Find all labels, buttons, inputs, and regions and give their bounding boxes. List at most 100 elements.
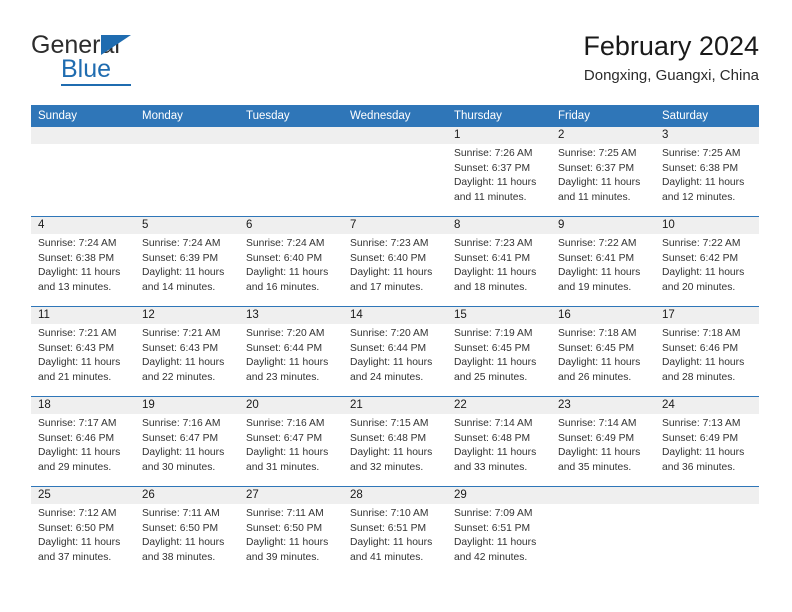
weekday-header-monday: Monday [142,110,183,122]
day-cell[interactable]: 21 Sunrise: 7:15 AM Sunset: 6:48 PM Dayligh… [343,397,447,486]
sunrise-text: Sunrise: 7:13 AM [662,418,741,429]
day-cell[interactable]: 11 Sunrise: 7:21 AM Sunset: 6:43 PM Dayligh… [31,307,135,396]
day-cell[interactable]: 5 Sunrise: 7:24 AM Sunset: 6:39 PM Daylight… [135,217,239,306]
daylight-text-line2: and 21 minutes. [38,371,112,383]
sun-info: Sunrise: 7:25 AM Sunset: 6:37 PM Daylight:… [551,144,655,205]
day-cell[interactable]: 16 Sunrise: 7:18 AM Sunset: 6:45 PM Dayligh… [551,307,655,396]
sun-info: Sunrise: 7:09 AM Sunset: 6:51 PM Daylight:… [447,504,551,565]
sun-info: Sunrise: 7:17 AM Sunset: 6:46 PM Daylight:… [31,414,135,475]
sunrise-text: Sunrise: 7:09 AM [454,508,533,519]
day-number: 9 [558,219,565,231]
sun-info: Sunrise: 7:24 AM Sunset: 6:38 PM Daylight:… [31,234,135,295]
sunset-text: Sunset: 6:43 PM [38,342,115,354]
day-cell[interactable]: 1 Sunrise: 7:26 AM Sunset: 6:37 PM Daylight… [447,127,551,216]
day-cell[interactable]: 24 Sunrise: 7:13 AM Sunset: 6:49 PM Dayligh… [655,397,759,486]
general-blue-logo[interactable]: General Blue [31,32,251,92]
logo-underline [61,84,131,86]
day-cell[interactable]: 22 Sunrise: 7:14 AM Sunset: 6:48 PM Dayligh… [447,397,551,486]
day-cell[interactable]: 12 Sunrise: 7:21 AM Sunset: 6:43 PM Dayligh… [135,307,239,396]
calendar-week-row: 25 Sunrise: 7:12 AM Sunset: 6:50 PM Dayligh… [31,486,759,576]
day-number: 6 [246,219,253,231]
sunset-text: Sunset: 6:47 PM [142,432,219,444]
daylight-text-line1: Daylight: 11 hours [246,447,329,458]
day-cell-empty [551,487,655,576]
sunrise-text: Sunrise: 7:19 AM [454,328,533,339]
day-cell[interactable]: 4 Sunrise: 7:24 AM Sunset: 6:38 PM Daylight… [31,217,135,306]
daylight-text-line1: Daylight: 11 hours [38,447,121,458]
day-number: 22 [454,399,467,411]
day-cell[interactable]: 8 Sunrise: 7:23 AM Sunset: 6:41 PM Daylight… [447,217,551,306]
day-number-band: 13 [239,307,343,324]
sun-info: Sunrise: 7:20 AM Sunset: 6:44 PM Daylight:… [239,324,343,385]
day-number: 11 [38,309,50,321]
day-number-band: 11 [31,307,135,324]
day-number-band: 28 [343,487,447,504]
weekday-header-friday: Friday [558,110,590,122]
page-title: February 2024 [583,31,759,61]
daylight-text-line1: Daylight: 11 hours [142,447,225,458]
day-cell[interactable]: 2 Sunrise: 7:25 AM Sunset: 6:37 PM Daylight… [551,127,655,216]
sunrise-text: Sunrise: 7:16 AM [142,418,221,429]
day-cell[interactable]: 15 Sunrise: 7:19 AM Sunset: 6:45 PM Dayligh… [447,307,551,396]
sunrise-text: Sunrise: 7:24 AM [142,238,221,249]
sunset-text: Sunset: 6:51 PM [350,522,427,534]
day-cell[interactable]: 10 Sunrise: 7:22 AM Sunset: 6:42 PM Dayligh… [655,217,759,306]
day-number: 21 [350,399,363,411]
day-number: 16 [558,309,571,321]
day-number-band: 1 [447,127,551,144]
day-number-band: 2 [551,127,655,144]
sunrise-text: Sunrise: 7:21 AM [38,328,117,339]
day-cell[interactable]: 7 Sunrise: 7:23 AM Sunset: 6:40 PM Daylight… [343,217,447,306]
daylight-text-line1: Daylight: 11 hours [558,267,641,278]
day-cell[interactable]: 27 Sunrise: 7:11 AM Sunset: 6:50 PM Dayligh… [239,487,343,576]
day-number: 15 [454,309,467,321]
daylight-text-line2: and 26 minutes. [558,371,632,383]
day-cell[interactable]: 20 Sunrise: 7:16 AM Sunset: 6:47 PM Dayligh… [239,397,343,486]
daylight-text-line2: and 39 minutes. [246,551,320,563]
day-cell[interactable]: 6 Sunrise: 7:24 AM Sunset: 6:40 PM Daylight… [239,217,343,306]
sunrise-text: Sunrise: 7:23 AM [454,238,533,249]
day-cell[interactable]: 19 Sunrise: 7:16 AM Sunset: 6:47 PM Dayligh… [135,397,239,486]
sunset-text: Sunset: 6:46 PM [662,342,739,354]
daylight-text-line1: Daylight: 11 hours [662,447,745,458]
day-cell[interactable]: 25 Sunrise: 7:12 AM Sunset: 6:50 PM Dayligh… [31,487,135,576]
day-cell[interactable]: 23 Sunrise: 7:14 AM Sunset: 6:49 PM Dayligh… [551,397,655,486]
day-number: 20 [246,399,259,411]
sun-info: Sunrise: 7:26 AM Sunset: 6:37 PM Daylight:… [447,144,551,205]
day-cell[interactable]: 26 Sunrise: 7:11 AM Sunset: 6:50 PM Dayligh… [135,487,239,576]
calendar-page: General Blue February 2024 Dongxing, Gua… [0,0,792,612]
sunset-text: Sunset: 6:38 PM [38,252,115,264]
daylight-text-line2: and 24 minutes. [350,371,424,383]
sunrise-text: Sunrise: 7:16 AM [246,418,325,429]
daylight-text-line1: Daylight: 11 hours [142,537,225,548]
day-number: 12 [142,309,155,321]
sunset-text: Sunset: 6:41 PM [558,252,635,264]
calendar-grid: Sunday Monday Tuesday Wednesday Thursday Frid… [31,105,759,576]
weekday-header-sunday: Sunday [38,110,78,122]
day-cell[interactable]: 9 Sunrise: 7:22 AM Sunset: 6:41 PM Daylight… [551,217,655,306]
sunset-text: Sunset: 6:40 PM [246,252,323,264]
daylight-text-line1: Daylight: 11 hours [246,357,329,368]
day-cell[interactable]: 13 Sunrise: 7:20 AM Sunset: 6:44 PM Dayligh… [239,307,343,396]
sun-info: Sunrise: 7:13 AM Sunset: 6:49 PM Daylight:… [655,414,759,475]
day-cell[interactable]: 3 Sunrise: 7:25 AM Sunset: 6:38 PM Daylight… [655,127,759,216]
day-number-band: 15 [447,307,551,324]
daylight-text-line2: and 11 minutes. [454,191,527,203]
day-cell[interactable]: 14 Sunrise: 7:20 AM Sunset: 6:44 PM Dayligh… [343,307,447,396]
sunset-text: Sunset: 6:42 PM [662,252,739,264]
sunset-text: Sunset: 6:37 PM [454,162,531,174]
daylight-text-line2: and 42 minutes. [454,551,528,563]
day-cell[interactable]: 28 Sunrise: 7:10 AM Sunset: 6:51 PM Dayligh… [343,487,447,576]
day-cell[interactable]: 17 Sunrise: 7:18 AM Sunset: 6:46 PM Dayligh… [655,307,759,396]
sunrise-text: Sunrise: 7:22 AM [558,238,637,249]
weekday-header-row: Sunday Monday Tuesday Wednesday Thursday Frid… [31,105,759,127]
daylight-text-line2: and 22 minutes. [142,371,216,383]
daylight-text-line2: and 16 minutes. [246,281,320,293]
day-cell[interactable]: 18 Sunrise: 7:17 AM Sunset: 6:46 PM Dayligh… [31,397,135,486]
sunrise-text: Sunrise: 7:25 AM [662,148,741,159]
daylight-text-line1: Daylight: 11 hours [558,447,641,458]
daylight-text-line1: Daylight: 11 hours [454,267,537,278]
day-number-band: 12 [135,307,239,324]
day-cell[interactable]: 29 Sunrise: 7:09 AM Sunset: 6:51 PM Dayligh… [447,487,551,576]
daylight-text-line1: Daylight: 11 hours [454,447,537,458]
